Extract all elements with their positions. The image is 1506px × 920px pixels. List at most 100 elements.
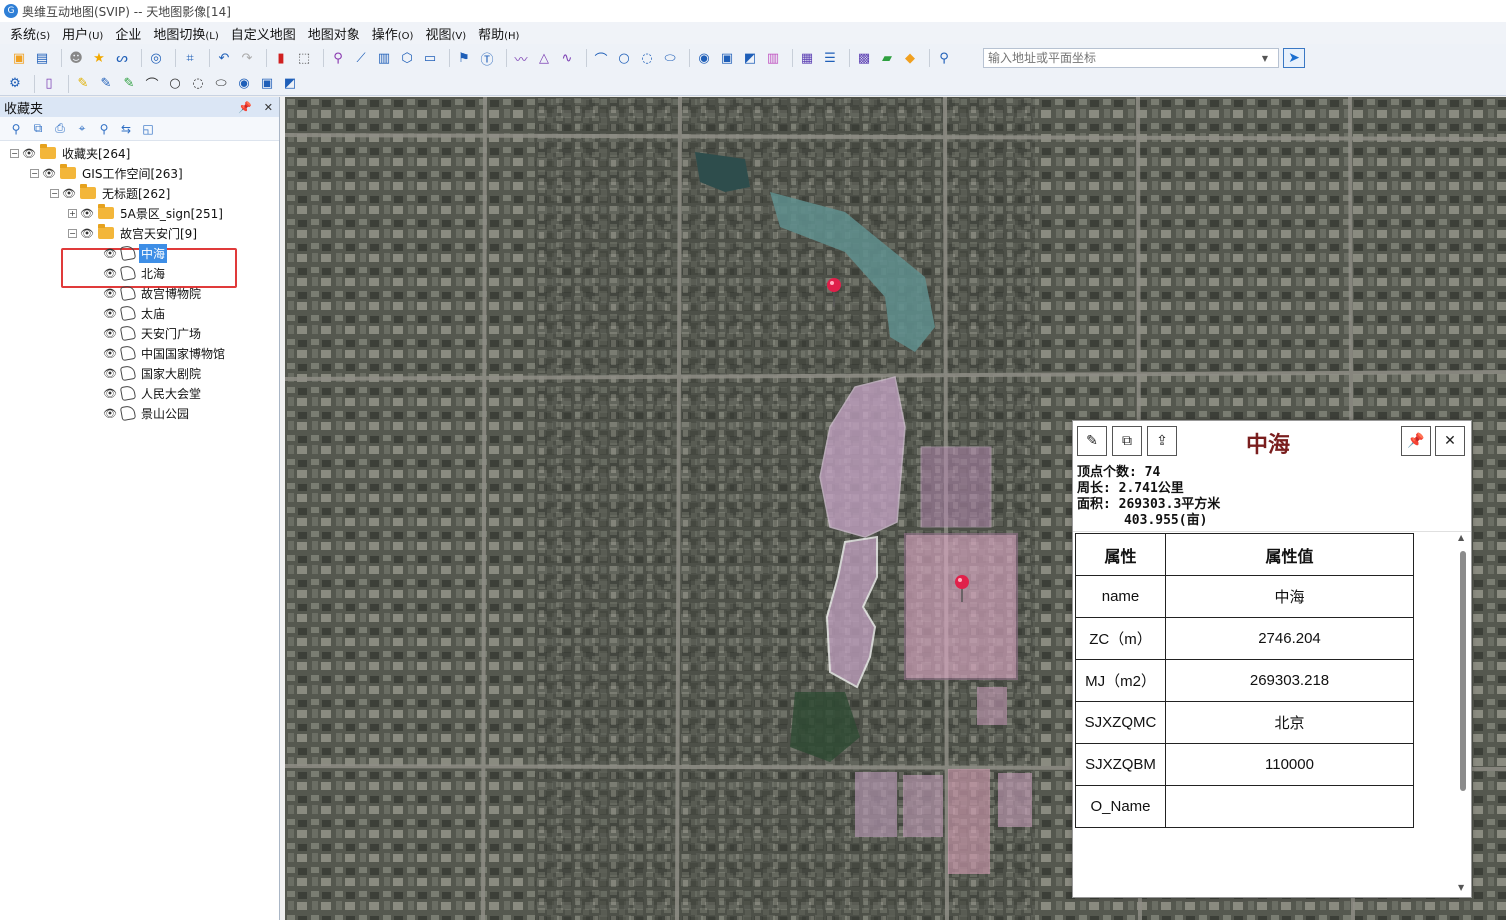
table-row[interactable]: SJXZQBM 110000 (1075, 743, 1414, 786)
close-panel-icon[interactable]: ✕ (264, 101, 273, 114)
tree-node-great-hall[interactable]: 👁 人民大会堂 (103, 383, 203, 403)
tiananmen-polygon[interactable] (977, 687, 1007, 725)
delete-icon[interactable]: ▮ (272, 49, 290, 67)
shape-fill-icon[interactable]: ◩ (281, 75, 299, 93)
eye-icon[interactable]: 👁 (103, 267, 119, 280)
pin-green-icon[interactable]: ✎ (120, 75, 138, 93)
redo-icon[interactable]: ↷ (238, 49, 256, 67)
eye-icon[interactable]: 👁 (103, 307, 119, 320)
address-search-input[interactable] (988, 51, 1258, 65)
grand-theatre-polygon[interactable] (855, 772, 897, 837)
bars-icon[interactable]: ▥ (764, 49, 782, 67)
square-fill-icon[interactable]: ▣ (258, 75, 276, 93)
menu-operations[interactable]: 操作(O) (372, 24, 414, 43)
arc-circle-icon[interactable]: ◌ (189, 75, 207, 93)
address-search-box[interactable]: ▼ (983, 48, 1279, 68)
menu-help[interactable]: 帮助(H) (478, 24, 519, 43)
shape-fill-icon[interactable]: ◩ (741, 49, 759, 67)
close-icon[interactable]: ✕ (1435, 426, 1465, 456)
collapse-icon[interactable]: − (50, 188, 59, 198)
favorite-star-icon[interactable]: ★ (90, 49, 108, 67)
square-fill-icon[interactable]: ▣ (718, 49, 736, 67)
open-folder-icon[interactable]: ▣ (10, 49, 28, 67)
great-hall-polygon[interactable] (903, 775, 943, 837)
tree-node-gis-workspace[interactable]: − 👁 GIS工作空间[263] (30, 163, 185, 183)
pin-icon[interactable]: 📌 (1401, 426, 1431, 456)
tree-node-tiananmen-square[interactable]: 👁 天安门广场 (103, 323, 203, 343)
locate-icon[interactable]: ⌖ (74, 121, 90, 137)
collapse-icon[interactable]: − (30, 168, 39, 178)
ellipse-icon[interactable]: ⬭ (212, 75, 230, 93)
circle-icon[interactable]: ○ (615, 49, 633, 67)
menu-system[interactable]: 系统(S) (10, 24, 50, 43)
circle-fill-icon[interactable]: ◉ (235, 75, 253, 93)
menu-view[interactable]: 视图(V) (425, 24, 466, 43)
eye-icon[interactable]: 👁 (103, 367, 119, 380)
attribute-value[interactable]: 269303.218 (1165, 659, 1414, 702)
attribute-value[interactable]: 北京 (1165, 701, 1414, 744)
eye-icon[interactable]: 👁 (22, 147, 38, 160)
eye-icon[interactable]: 👁 (42, 167, 58, 180)
marker-icon[interactable]: ⚲ (96, 121, 112, 137)
tree-node-grand-theatre[interactable]: 👁 国家大剧院 (103, 363, 203, 383)
menu-user[interactable]: 用户(U) (62, 24, 103, 43)
eye-icon[interactable]: 👁 (103, 247, 119, 260)
camera-icon[interactable]: ▭ (421, 49, 439, 67)
scrollbar-thumb[interactable] (1460, 551, 1466, 791)
scroll-down-icon[interactable]: ▼ (1458, 883, 1464, 892)
globe-icon[interactable]: ◎ (147, 49, 165, 67)
tree-node-national-museum[interactable]: 👁 中国国家博物馆 (103, 343, 227, 363)
table-row[interactable]: SJXZQMC 北京 (1075, 701, 1414, 744)
search-go-button[interactable]: ➤ (1283, 48, 1305, 68)
pin-yellow-icon[interactable]: ✎ (74, 75, 92, 93)
select-rect-icon[interactable]: ⬚ (295, 49, 313, 67)
circle-icon[interactable]: ○ (166, 75, 184, 93)
tree-node-5a-scenic[interactable]: + 👁 5A景区_sign[251] (68, 203, 225, 223)
copy-properties-icon[interactable]: ⧉ (1112, 426, 1142, 456)
jingshan-polygon[interactable] (920, 446, 992, 528)
menu-custom-map[interactable]: 自定义地图 (231, 24, 296, 43)
attribute-value[interactable]: 2746.204 (1165, 617, 1414, 660)
diamond-icon[interactable]: ◆ (901, 49, 919, 67)
menu-map-switch[interactable]: 地图切换(L) (153, 24, 218, 43)
arc-icon[interactable]: ⌒ (592, 49, 610, 68)
eye-icon[interactable]: 👁 (62, 187, 78, 200)
table-row[interactable]: MJ（m2） 269303.218 (1075, 659, 1414, 702)
attribute-value[interactable] (1165, 785, 1414, 828)
search-icon[interactable]: ⚲ (935, 49, 953, 67)
attribute-value[interactable]: 110000 (1165, 743, 1414, 786)
ellipse-icon[interactable]: ⬭ (661, 49, 679, 67)
eye-icon[interactable]: 👁 (103, 347, 119, 360)
palace-museum-polygon[interactable] (904, 533, 1018, 680)
table-row[interactable]: ZC（m） 2746.204 (1075, 617, 1414, 660)
search-icon[interactable]: ⚲ (8, 121, 24, 137)
text-icon[interactable]: Ⓣ (478, 49, 496, 68)
tiananmen-square-polygon[interactable] (948, 769, 990, 874)
cube-icon[interactable]: ⬡ (398, 49, 416, 67)
tree-node-gugong-tiananmen[interactable]: − 👁 故宫天安门[9] (68, 223, 199, 243)
undo-icon[interactable]: ↶ (215, 49, 233, 67)
arc-circle-icon[interactable]: ◌ (638, 49, 656, 67)
collapse-icon[interactable]: − (10, 148, 19, 158)
table-row[interactable]: name 中海 (1075, 575, 1414, 618)
chat-icon[interactable]: ▰ (878, 49, 896, 67)
tree-node-beihai[interactable]: 👁 北海 (103, 263, 167, 283)
menu-map-objects[interactable]: 地图对象 (308, 24, 360, 43)
national-museum-polygon[interactable] (998, 773, 1032, 827)
attribute-value[interactable]: 中海 (1165, 575, 1414, 618)
pin-blue-icon[interactable]: ✎ (97, 75, 115, 93)
import-icon[interactable]: ⎙ (52, 121, 68, 137)
polygon-icon[interactable]: △ (535, 49, 553, 67)
eye-icon[interactable]: 👁 (80, 227, 96, 240)
circle-fill-icon[interactable]: ◉ (695, 49, 713, 67)
save-icon[interactable]: ▤ (33, 49, 51, 67)
curve-icon[interactable]: ∿ (558, 49, 576, 67)
menu-enterprise[interactable]: 企业 (115, 24, 141, 43)
scroll-up-icon[interactable]: ▲ (1458, 533, 1464, 542)
copy-icon[interactable]: ⧉ (30, 121, 46, 137)
grid-icon[interactable]: ▩ (855, 49, 873, 67)
arc-icon[interactable]: ⌒ (143, 75, 161, 93)
chevron-down-icon[interactable]: ▼ (1258, 54, 1272, 63)
table-row[interactable]: O_Name (1075, 785, 1414, 828)
collapse-icon[interactable]: − (68, 228, 77, 238)
